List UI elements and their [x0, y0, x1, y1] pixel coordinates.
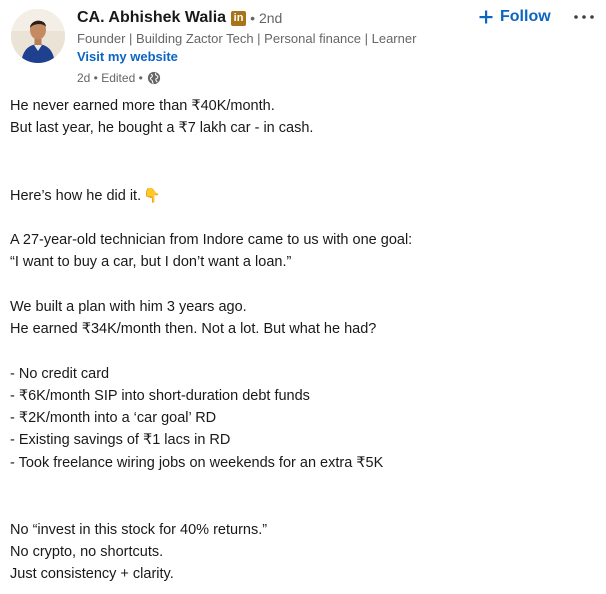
post-meta: 2d • Edited •: [77, 69, 457, 86]
plus-icon: [478, 9, 494, 25]
avatar-photo: [11, 9, 65, 63]
post-body: He never earned more than ₹40K/month. Bu…: [10, 95, 590, 586]
pointing-down-hand-icon: 👇: [143, 187, 161, 204]
post-line: He earned ₹34K/month then. Not a lot. Bu…: [10, 320, 377, 337]
linkedin-post: CA. Abhishek Walia in • 2nd Founder | Bu…: [0, 0, 606, 594]
avatar[interactable]: [11, 9, 65, 63]
more-options-button[interactable]: [570, 6, 598, 28]
follow-button[interactable]: Follow: [474, 4, 555, 30]
post-line: We built a plan with him 3 years ago.: [10, 298, 247, 315]
post-line: Here’s how he did it. 👇: [10, 184, 590, 206]
globe-icon: [147, 71, 161, 85]
post-header: CA. Abhishek Walia in • 2nd Founder | Bu…: [77, 7, 457, 86]
post-time-edited: 2d • Edited •: [77, 70, 143, 85]
author-name-row: CA. Abhishek Walia in • 2nd: [77, 7, 457, 29]
post-line-text: Here’s how he did it.: [10, 188, 142, 205]
post-line: - Took freelance wiring jobs on weekends…: [10, 454, 384, 471]
post-line: “I want to buy a car, but I don’t want a…: [10, 254, 292, 271]
premium-in-badge-icon: in: [231, 10, 247, 26]
post-line: No crypto, no shortcuts.: [10, 543, 164, 560]
author-headline: Founder | Building Zactor Tech | Persona…: [77, 31, 417, 46]
author-name[interactable]: CA. Abhishek Walia: [77, 9, 226, 27]
post-line: - ₹2K/month into a ‘car goal’ RD: [10, 410, 217, 427]
post-line: But last year, he bought a ₹7 lakh car -…: [10, 120, 314, 137]
visit-website-link[interactable]: Visit my website: [77, 48, 178, 65]
follow-label: Follow: [500, 8, 551, 25]
post-line: - No credit card: [10, 365, 110, 382]
post-line: A 27-year-old technician from Indore cam…: [10, 231, 413, 248]
more-dots-icon: [574, 15, 594, 19]
post-line: He never earned more than ₹40K/month.: [10, 98, 275, 114]
connection-degree: 2nd: [258, 10, 283, 26]
separator-dot: •: [250, 10, 255, 26]
post-line: - ₹6K/month SIP into short-duration debt…: [10, 387, 310, 404]
post-line: Just consistency + clarity.: [10, 566, 174, 583]
post-line: - Existing savings of ₹1 lacs in RD: [10, 432, 231, 449]
post-line: No “invest in this stock for 40% returns…: [10, 521, 268, 538]
